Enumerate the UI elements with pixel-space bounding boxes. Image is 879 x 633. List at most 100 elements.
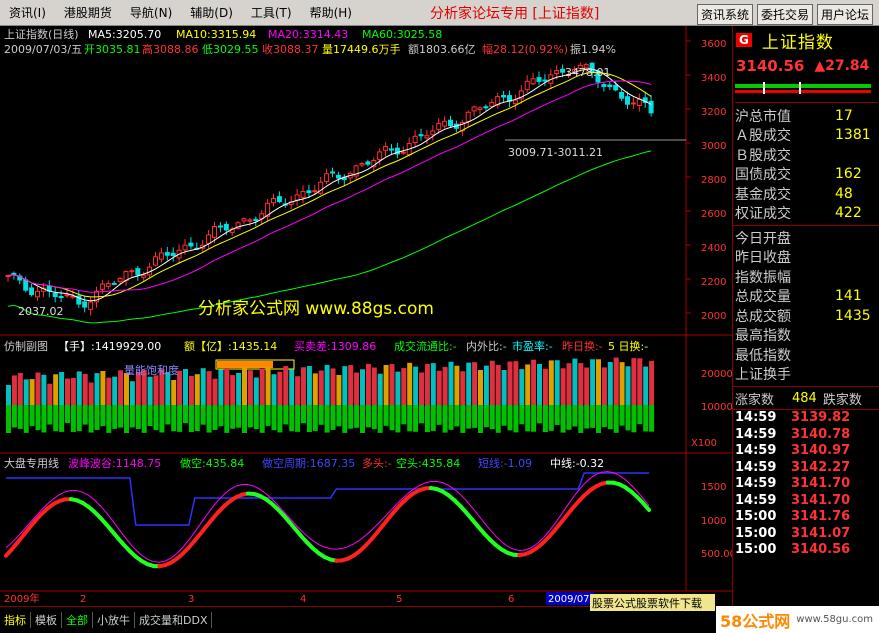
candle-body <box>607 84 613 88</box>
volume-bar-lower <box>649 405 655 432</box>
tick-time: 15:00 <box>735 509 777 525</box>
volume-bar <box>637 358 643 405</box>
volume-bar <box>100 371 106 405</box>
tick-time: 14:59 <box>735 492 777 508</box>
sub2-y-label: 500.00 <box>701 549 732 560</box>
info-amplitude: 振1.94% <box>570 42 616 56</box>
trade-button[interactable]: 委托交易 <box>756 4 813 25</box>
volume-bar <box>324 364 330 405</box>
volume-bar <box>454 365 460 405</box>
volume-bar-lower <box>59 405 65 432</box>
tab-xiaofangniu[interactable]: 小放牛 <box>93 612 135 628</box>
tab-all[interactable]: 全部 <box>62 612 93 628</box>
volume-bar-lower <box>454 405 460 427</box>
volume-bar <box>377 373 383 405</box>
volume-bar-lower <box>371 405 377 430</box>
volume-bar <box>129 381 135 405</box>
site-logo: 58公式网 <box>720 611 791 631</box>
volume-bar-lower <box>106 405 112 433</box>
volume-bar-lower <box>212 405 218 430</box>
volume-bar <box>631 358 637 405</box>
candle-body <box>52 292 58 298</box>
current-price: 3140.56 <box>736 57 805 75</box>
stat-value: 1435 <box>835 307 871 324</box>
menu-item-hk-futures[interactable]: 港股期货 <box>55 4 121 21</box>
volume-bar <box>165 372 171 405</box>
menu-item-tools[interactable]: 工具(T) <box>242 4 301 21</box>
volume-bar <box>295 376 301 405</box>
volume-bar <box>65 378 70 405</box>
volume-bar-lower <box>501 405 507 426</box>
info-system-button[interactable]: 资讯系统 <box>696 4 753 25</box>
candle-body <box>613 84 619 91</box>
stat-label: 昨日收盘 <box>735 250 791 267</box>
x-month: 6 <box>508 594 514 605</box>
menu-item-navigate[interactable]: 导航(N) <box>121 4 181 21</box>
down-count-label: 跌家数 <box>822 393 862 409</box>
volume-bar-lower <box>596 405 601 433</box>
candle-body <box>324 173 330 183</box>
volume-bar-lower <box>206 405 212 433</box>
annotation-high: 3478.01 <box>565 66 611 79</box>
candle-body <box>164 252 170 256</box>
volume-bar-lower <box>548 405 554 431</box>
volume-bar-lower <box>112 405 118 429</box>
volume-bar <box>283 366 289 405</box>
y-label: 2000 <box>701 311 726 322</box>
sub1-title: 仿制副图 <box>4 340 48 353</box>
candle-body <box>389 148 394 151</box>
sub2-sline: 短线:-1.09 <box>478 456 532 470</box>
volume-bar <box>259 368 265 405</box>
candle-body <box>35 290 40 298</box>
volume-bar <box>336 374 342 405</box>
volume-bar <box>619 362 625 405</box>
volume-bar <box>554 360 560 405</box>
tick-price: 3142.27 <box>791 459 851 475</box>
volume-bar-lower <box>141 405 147 433</box>
volume-bar <box>348 365 354 405</box>
candle-body <box>88 301 94 310</box>
quote-header: G 上证指数 <box>733 26 879 54</box>
sub1-amount: 额【亿】:1435.14 <box>184 340 277 353</box>
tab-indicator[interactable]: 指标 <box>0 612 31 628</box>
price-change: ▲27.84 <box>814 58 870 74</box>
volume-bar <box>419 372 424 405</box>
volume-bar <box>342 366 348 405</box>
divider <box>733 386 879 387</box>
volume-bar <box>41 374 47 405</box>
menu-item-info[interactable]: 资讯(I) <box>0 4 55 21</box>
candle-body <box>524 80 530 91</box>
tick-time: 14:59 <box>735 476 777 492</box>
info-date: 2009/07/03/五 <box>4 43 82 56</box>
y-label: 2200 <box>701 277 726 288</box>
ma5-label: MA5:3205.70 <box>88 28 161 41</box>
menu-item-help[interactable]: 帮助(H) <box>301 4 361 21</box>
volume-bar-lower <box>253 405 259 430</box>
volume-bar <box>47 383 53 405</box>
x-axis-year: 2009年 <box>4 592 39 605</box>
y-label: 2400 <box>701 243 726 254</box>
volume-bar <box>82 373 88 405</box>
sub2-title: 大盘专用线 <box>4 456 59 470</box>
tab-volume-ddx[interactable]: 成交量和DDX <box>135 612 213 628</box>
volume-bar-lower <box>631 405 637 433</box>
volume-bar-lower <box>383 405 389 426</box>
forum-button[interactable]: 用户论坛 <box>816 4 873 25</box>
volume-bar <box>194 374 200 405</box>
candle-body <box>359 163 365 166</box>
tick-time: 14:59 <box>735 426 777 442</box>
volume-bar-lower <box>466 405 472 429</box>
volume-bar-lower <box>489 405 495 430</box>
volume-bar-lower <box>448 405 454 430</box>
ad-banner[interactable]: 股票公式股票软件下载 <box>590 594 715 611</box>
kline-chart[interactable]: 上证指数(日线) MA5:3205.70 MA10:3315.94 MA20:3… <box>0 26 732 606</box>
candle-body <box>554 70 560 75</box>
tab-template[interactable]: 模板 <box>31 612 62 628</box>
volume-bar-lower <box>483 405 489 428</box>
tick-time: 14:59 <box>735 410 777 426</box>
volume-bar-lower <box>247 405 253 428</box>
menu-item-assist[interactable]: 辅助(D) <box>181 4 242 21</box>
candle-body <box>412 135 418 144</box>
volume-bar <box>371 367 377 405</box>
volume-bar-lower <box>578 405 584 433</box>
